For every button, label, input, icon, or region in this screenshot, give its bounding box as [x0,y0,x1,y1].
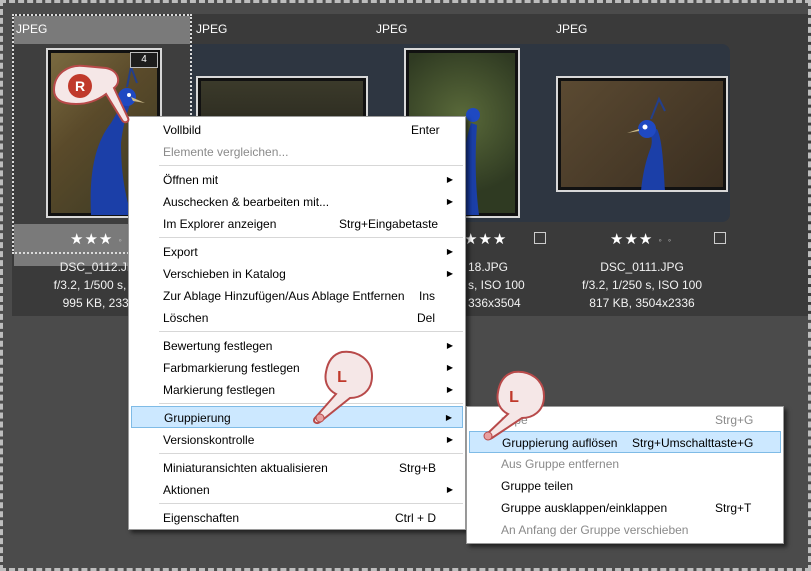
thumbnail-meta: DSC_0111.JPG f/3.2, 1/250 s, ISO 100 817… [552,258,732,312]
exposure-info: s, ISO 100 [468,278,525,292]
submenu-item-gruppe-ausklappen[interactable]: Gruppe ausklappen/einklappen Strg+T [469,497,781,519]
format-label: JPEG [376,22,408,36]
submenu-arrow-icon: ▶ [446,435,453,444]
exposure-info: f/3.2, 1/250 s, ISO 100 [581,278,703,292]
menu-item-miniaturansichten[interactable]: Miniaturansichten aktualisieren Strg+B [131,457,463,479]
right-click-hand-icon: R [52,64,130,124]
menu-item-markierung-festlegen[interactable]: Markierung festlegen ▶ [131,379,463,401]
menu-separator [159,237,463,238]
menu-separator [159,453,463,454]
rating-stars[interactable]: ★★★ ◦ ◦ [610,230,672,248]
format-label: JPEG [196,22,228,36]
file-size: 336x3504 [468,296,521,310]
svg-text:L: L [337,369,347,386]
menu-item-auschecken[interactable]: Auschecken & bearbeiten mit... ▶ [131,191,463,213]
submenu-item-gruppe-teilen[interactable]: Gruppe teilen [469,475,781,497]
rating-dot-icon: ◦ [658,235,663,246]
thumbnail-image[interactable] [556,76,728,192]
menu-separator [159,331,463,332]
menu-item-versionskontrolle[interactable]: Versionskontrolle ▶ [131,429,463,451]
stack-count-badge: 4 [130,52,158,68]
submenu-arrow-icon: ▶ [446,247,453,256]
submenu-arrow-icon: ▶ [446,385,453,394]
filename: 18.JPG [468,260,509,274]
menu-item-bewertung-festlegen[interactable]: Bewertung festlegen ▶ [131,335,463,357]
submenu-arrow-icon: ▶ [446,197,453,206]
rating-stars[interactable]: ★★★ ◦ [70,230,123,248]
menu-item-im-explorer-anzeigen[interactable]: Im Explorer anzeigen Strg+Eingabetaste [131,213,463,235]
select-checkbox[interactable] [534,232,546,244]
filename: DSC_0111.JPG [600,260,684,274]
menu-item-loeschen[interactable]: Löschen Del [131,307,463,329]
submenu-arrow-icon: ▶ [446,269,453,278]
submenu-item-an-anfang-verschieben[interactable]: An Anfang der Gruppe verschieben [469,519,781,541]
menu-item-farbmarkierung-festlegen[interactable]: Farbmarkierung festlegen ▶ [131,357,463,379]
left-click-hand-icon: L [483,370,546,441]
submenu-arrow-icon: ▶ [446,485,453,494]
menu-item-verschieben-in-katalog[interactable]: Verschieben in Katalog ▶ [131,263,463,285]
thumbnail-cell-4[interactable]: JPEG ★★★ ◦ ◦ DSC_0111.JPG f/3.2, 1/250 s… [552,14,732,316]
svg-text:R: R [75,78,85,94]
submenu-arrow-icon: ▶ [446,341,453,350]
menu-item-oeffnen-mit[interactable]: Öffnen mit ▶ [131,169,463,191]
submenu-item-aus-gruppe-entfernen[interactable]: Aus Gruppe entfernen [469,453,781,475]
menu-item-aktionen[interactable]: Aktionen ▶ [131,479,463,501]
left-click-hand-icon: L [312,350,374,425]
menu-item-ablage[interactable]: Zur Ablage Hinzufügen/Aus Ablage Entfern… [131,285,463,307]
menu-item-gruppierung[interactable]: Gruppierung ▶ [131,406,463,428]
rating-dot-icon: ◦ [118,235,123,246]
menu-item-eigenschaften[interactable]: Eigenschaften Ctrl + D [131,507,463,529]
menu-item-vollbild[interactable]: Vollbild Enter [131,119,463,141]
format-label: JPEG [16,22,48,36]
format-label: JPEG [556,22,588,36]
submenu-arrow-icon: ▶ [446,363,453,372]
menu-separator [159,503,463,504]
rating-stars[interactable]: ★★★ [464,230,507,248]
context-menu: Vollbild Enter Elemente vergleichen... Ö… [128,116,466,530]
rating-dot-icon: ◦ [667,235,673,246]
select-checkbox[interactable] [714,232,726,244]
menu-item-export[interactable]: Export ▶ [131,241,463,263]
submenu-arrow-icon: ▶ [445,413,452,422]
submenu-arrow-icon: ▶ [446,175,453,184]
svg-text:L: L [509,389,519,406]
peacock-photo [627,96,666,190]
menu-item-elemente-vergleichen[interactable]: Elemente vergleichen... [131,141,463,163]
menu-separator [159,165,463,166]
file-size: 817 KB, 3504x2336 [589,296,695,310]
